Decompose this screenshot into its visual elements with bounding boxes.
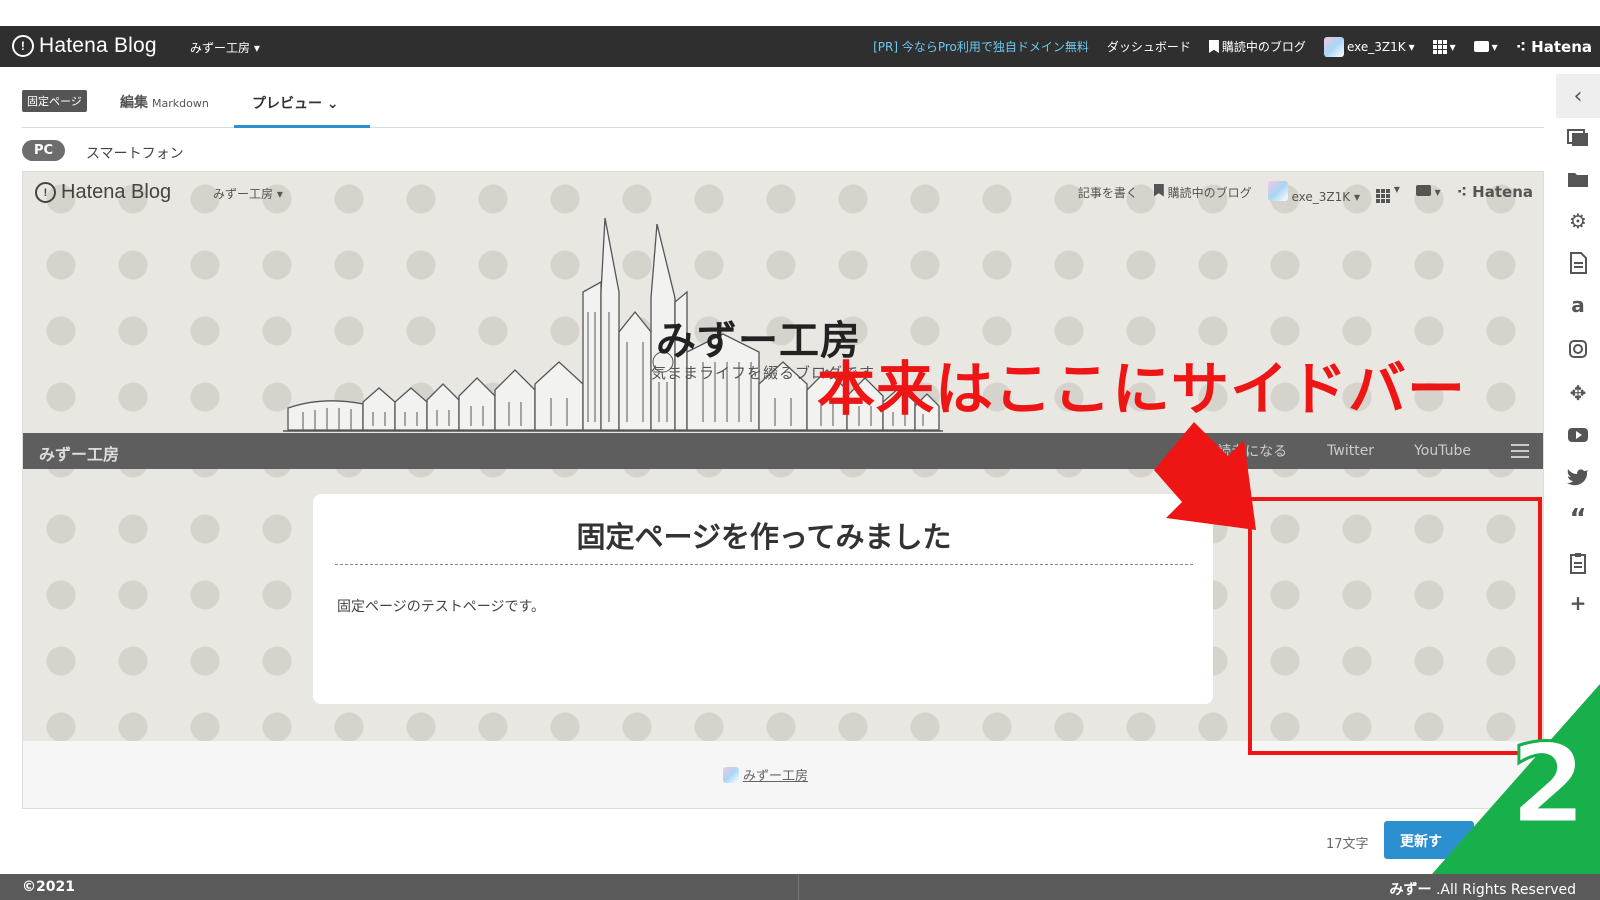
bookmark-icon	[1153, 183, 1164, 197]
hatena-icon: !	[35, 182, 56, 203]
services-menu[interactable]: ▾	[1432, 39, 1456, 54]
nav-twitter-link[interactable]: Twitter	[1327, 443, 1374, 459]
page-number-corner: 2	[1432, 684, 1600, 874]
article-card: 固定ページを作ってみました 固定ページのテストページです。	[313, 494, 1213, 704]
hatena-brand-link[interactable]: ⁖ Hatena	[1516, 38, 1592, 56]
document-icon[interactable]	[1566, 251, 1590, 275]
footer-blog-link[interactable]: みずー工房	[723, 765, 808, 784]
preview-subscribed-link[interactable]: 購読中のブログ	[1153, 183, 1252, 201]
bookmark-icon	[1208, 40, 1219, 53]
nav-blog-name[interactable]: みずー工房	[39, 441, 119, 465]
write-article-link[interactable]: 記事を書く	[1078, 184, 1138, 201]
chevron-left-icon[interactable]: ‹	[1556, 74, 1600, 118]
avatar	[1323, 36, 1344, 57]
preview-blog-selector[interactable]: みずー工房 ▾	[213, 185, 283, 202]
instagram-icon[interactable]	[1566, 337, 1590, 361]
tab-preview[interactable]: プレビュー ⌄	[234, 88, 370, 128]
quote-icon[interactable]: “	[1566, 504, 1590, 534]
preview-notifications-menu[interactable]: ▾	[1415, 185, 1441, 199]
folder-icon[interactable]	[1566, 167, 1590, 191]
blog-global-nav: みずー工房 読者になる Twitter YouTube	[23, 433, 1543, 469]
amazon-icon[interactable]: a	[1566, 293, 1590, 317]
article-title[interactable]: 固定ページを作ってみました	[335, 514, 1193, 565]
smartphone-view-toggle[interactable]: スマートフォン	[86, 143, 184, 163]
copyright-divider	[798, 874, 799, 900]
preview-hatena-brand[interactable]: ⁖ Hatena	[1457, 183, 1533, 201]
preview-hatena-logo[interactable]: ! Hatena Blog	[35, 181, 171, 204]
preview-header-bar: ! Hatena Blog みずー工房 ▾ 記事を書く 購読中のブログ exe_…	[23, 172, 1543, 212]
notifications-menu[interactable]: ▾	[1473, 40, 1498, 54]
comment-icon	[1415, 185, 1431, 196]
char-count: 17文字	[1326, 837, 1369, 852]
article-body: 固定ページのテストページです。	[337, 599, 546, 615]
copyright-owner: みずー .All Rights Reserved	[1389, 882, 1576, 898]
comment-icon	[1473, 41, 1489, 52]
pr-link[interactable]: [PR] 今ならPro利用で独自ドメイン無料	[873, 38, 1089, 55]
preview-services-menu[interactable]: ▾	[1376, 182, 1400, 203]
blog-selector[interactable]: みずー工房 ▾	[190, 39, 260, 56]
copyright-year: ©2021	[22, 879, 75, 895]
grid-icon	[1432, 39, 1447, 54]
clipboard-icon[interactable]	[1566, 551, 1590, 575]
tab-edit[interactable]: 編集 Markdown	[120, 92, 209, 112]
preview-user-menu[interactable]: exe_3Z1K ▾	[1267, 180, 1360, 204]
twitter-icon[interactable]	[1566, 465, 1590, 489]
photo-icon[interactable]	[1566, 125, 1590, 149]
grid-icon	[1376, 188, 1390, 203]
chevron-down-icon: ⌄	[326, 96, 339, 112]
dashboard-link[interactable]: ダッシュボード	[1107, 38, 1191, 55]
annotation-arrow-icon	[1154, 422, 1256, 530]
avatar	[723, 766, 739, 783]
global-header-bar: ! Hatena Blog みずー工房 ▾ [PR] 今ならPro利用で独自ドメ…	[0, 26, 1600, 67]
page-number: 2	[1510, 720, 1587, 848]
avatar	[1267, 180, 1288, 201]
hamburger-menu-icon[interactable]	[1511, 444, 1529, 458]
plus-icon[interactable]: +	[1566, 591, 1590, 615]
editor-tabs: 固定ページ 編集 Markdown プレビュー ⌄	[22, 88, 1544, 128]
hatena-icon: !	[12, 35, 34, 57]
fixed-page-badge: 固定ページ	[22, 90, 87, 112]
nav-youtube-link[interactable]: YouTube	[1414, 443, 1471, 459]
pinwheel-icon[interactable]: ✥	[1566, 381, 1590, 405]
user-menu[interactable]: exe_3Z1K ▾	[1323, 36, 1415, 57]
hatena-blog-logo[interactable]: ! Hatena Blog	[12, 34, 157, 58]
annotation-sidebar-note: 本来はここにサイドバー	[817, 355, 1467, 423]
youtube-icon[interactable]	[1566, 423, 1590, 447]
subscribed-blogs-link[interactable]: 購読中のブログ	[1208, 38, 1306, 55]
copyright-bar: ©2021 みずー .All Rights Reserved	[0, 874, 1600, 900]
pc-view-toggle[interactable]: PC	[22, 140, 66, 161]
gear-icon[interactable]: ⚙	[1566, 209, 1590, 233]
